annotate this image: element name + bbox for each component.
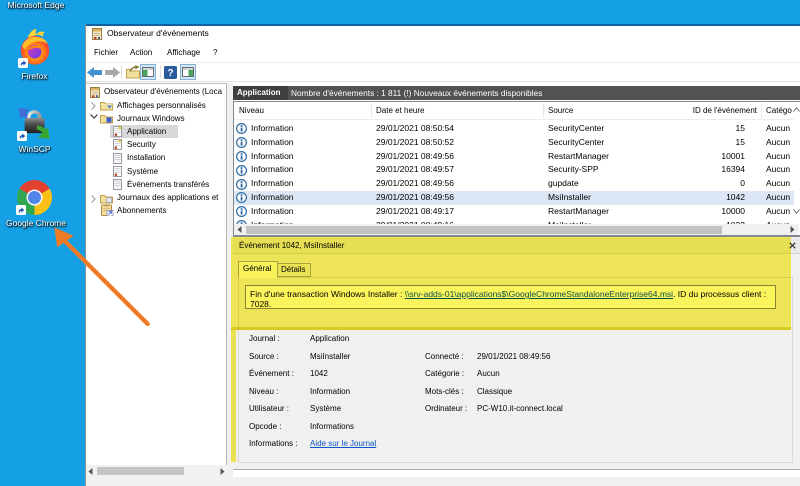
svg-text:?: ? xyxy=(167,68,173,79)
